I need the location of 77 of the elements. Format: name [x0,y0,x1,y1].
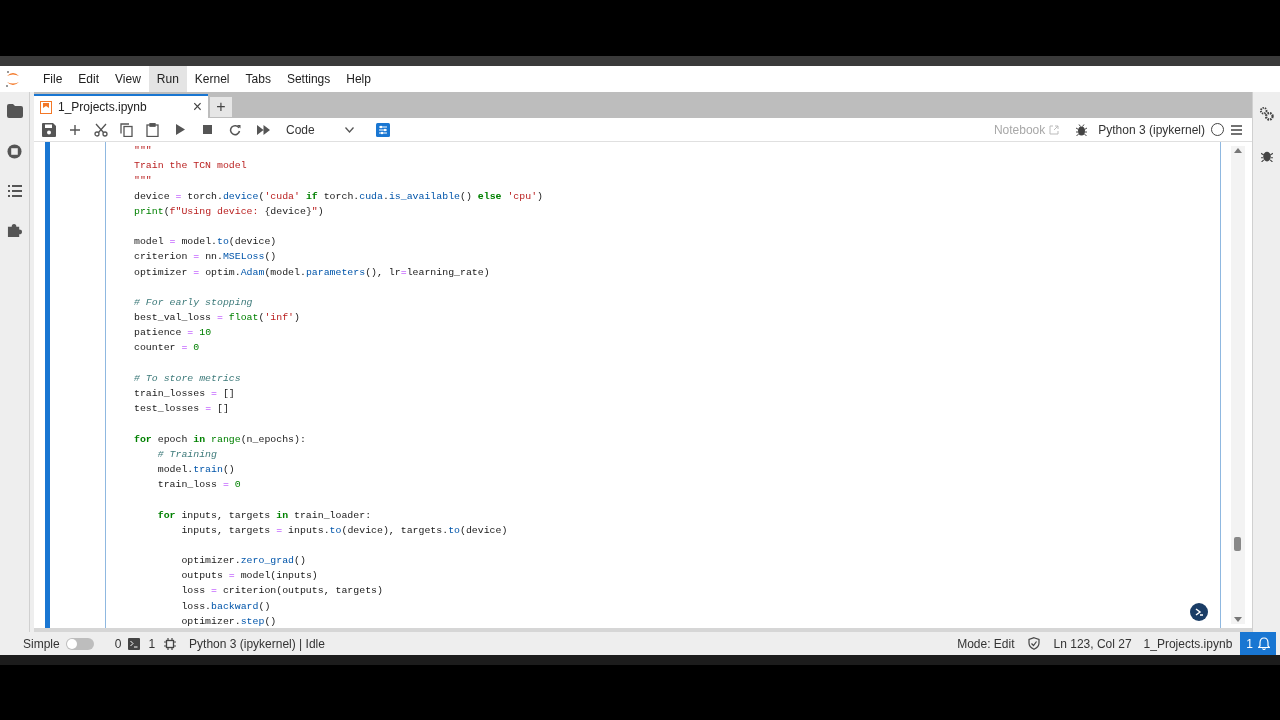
menu-item[interactable]: Settings [278,66,339,92]
restart-icon[interactable] [229,123,241,136]
property-inspector-icon[interactable] [376,122,390,137]
code-line: device = torch.device('cuda' if torch.cuda.is_available() else 'cpu') [134,189,543,204]
code-line: """ [134,174,152,189]
bell-icon [1258,637,1270,650]
puzzle-icon[interactable] [7,223,22,238]
code-line: Train the TCN model [134,159,247,174]
new-tab-button[interactable]: + [210,97,232,117]
cursor-position[interactable]: Ln 123, Col 27 [1053,634,1132,653]
code-line: loss.backward() [180,599,271,614]
simple-mode-label: Simple [23,635,60,653]
code-line: train_loss = 0 [156,478,241,493]
assistant-icon[interactable] [1190,603,1208,621]
cell-type-dropdown[interactable]: Code [286,120,354,139]
code-line: test_losses = [] [134,402,229,417]
terminal-icon[interactable] [128,637,141,650]
menu-item[interactable]: Edit [70,66,108,92]
code-line: # Training [156,447,217,462]
code-line: optimizer.zero_grad() [180,554,306,569]
code-line: inputs, targets = inputs.to(device), targets.to(device) [180,523,508,538]
notebook-file-icon [40,100,52,114]
scroll-up-icon[interactable] [1234,148,1242,153]
chip-icon[interactable] [164,637,177,650]
external-link-icon [1049,124,1060,135]
code-line: loss = criterion(outputs, targets) [180,584,383,599]
code-line: train_losses = [] [134,387,235,401]
folder-icon[interactable] [6,104,23,118]
code-line: print(f"Using device: {device}") [134,204,324,219]
bug-icon[interactable] [1260,149,1273,162]
notification-button[interactable]: 1 [1240,632,1276,655]
code-line: """ [134,144,152,158]
code-line: for inputs, targets in train_loader: [156,508,372,523]
list-icon[interactable] [7,185,22,197]
code-line: model.train() [156,462,235,477]
code-line: patience = 10 [134,326,212,341]
code-line: for epoch in range(n_epochs): [134,432,306,447]
tab-title: 1_Projects.ipynb [58,99,148,116]
close-button[interactable]: × [192,99,202,115]
kernel-count[interactable]: 1 [148,634,156,653]
save-icon[interactable] [42,122,56,137]
bug-icon[interactable] [1076,123,1088,136]
notebook-tab[interactable]: 1_Projects.ipynb × [34,94,208,118]
code-line: # For early stopping [134,295,253,310]
menu-item[interactable]: File [35,66,71,92]
code-line: model = model.to(device) [134,235,277,250]
code-line: # To store metrics [134,371,241,386]
simple-mode-toggle[interactable] [65,637,94,650]
code-line: criterion = nn.MSELoss() [134,250,277,265]
scissors-icon[interactable] [94,122,108,137]
shield-check-icon[interactable] [1027,637,1040,650]
stop-circle-icon[interactable] [7,144,22,159]
code-line: best_val_loss = float('inf') [134,311,300,326]
copy-icon[interactable] [120,122,133,137]
add-icon[interactable] [69,123,81,136]
fast-forward-icon[interactable] [257,124,270,135]
clipboard-icon[interactable] [146,122,159,137]
menu-item[interactable]: Tabs [237,66,279,92]
menu-item[interactable]: View [107,66,149,92]
file-name: 1_Projects.ipynb [1143,635,1233,653]
code-line: optimizer.step() [180,614,277,628]
menu-item[interactable]: Run [148,66,187,92]
chevron-down-icon [345,126,354,133]
terminal-count[interactable]: 0 [114,634,122,653]
editor-mode: Mode: Edit [957,635,1015,653]
code-line: optimizer = optim.Adam(model.parameters(), lr=learning_rate) [134,265,490,280]
run-icon[interactable] [175,124,185,135]
menu-item[interactable]: Help [338,66,379,92]
gears-icon[interactable] [1259,106,1274,121]
kernel-name[interactable]: Python 3 (ipykernel) [1098,120,1205,139]
code-line: outputs = model(inputs) [180,569,318,584]
menu-item[interactable]: Kernel [186,66,238,92]
kernel-status[interactable]: Python 3 (ipykernel) | Idle [189,634,325,653]
code-line: counter = 0 [134,341,200,356]
scroll-down-icon[interactable] [1234,617,1242,622]
menu-icon[interactable] [1231,124,1242,135]
scrollbar-thumb[interactable] [1234,537,1241,551]
